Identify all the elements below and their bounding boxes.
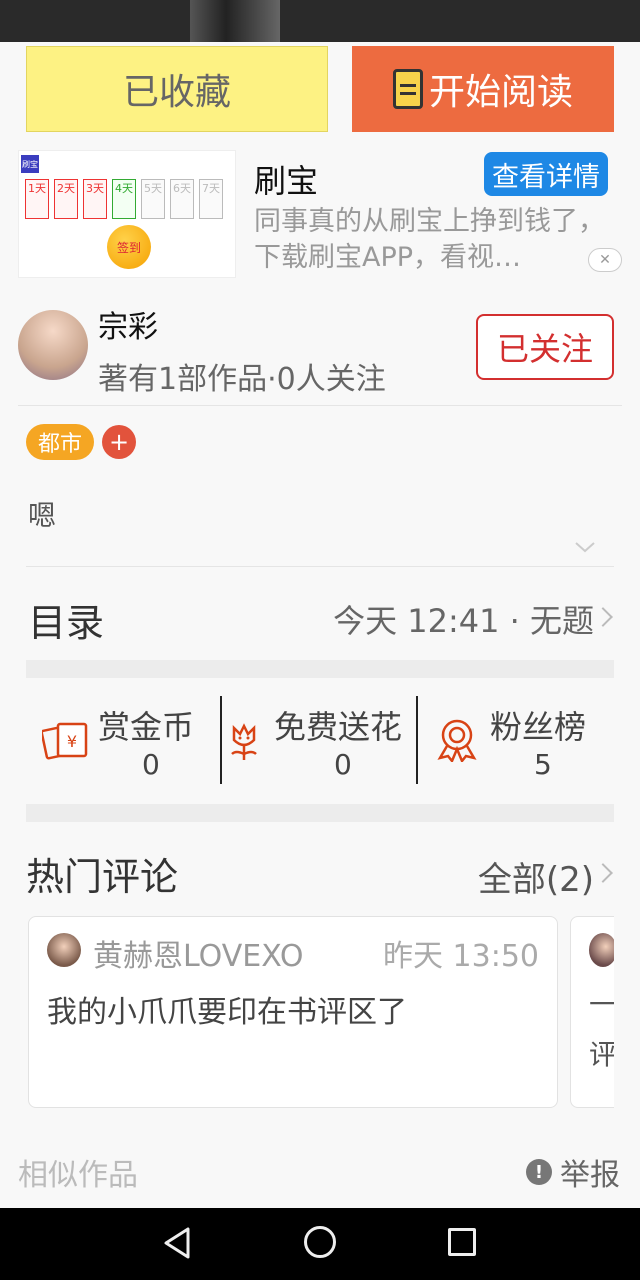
latest-chapter: 今天 12:41 · 无题 (333, 602, 594, 640)
comment-text: 我的小爪爪要印在书评区了 (47, 995, 407, 1030)
close-icon[interactable]: ✕ (588, 248, 622, 272)
stat-label: 粉丝榜 (490, 708, 587, 746)
author-section: 宗彩 著有1部作品·0人关注 已关注 (18, 296, 622, 406)
view-details-button[interactable]: 查看详情 (484, 152, 608, 196)
book-intro: 嗯 (28, 499, 57, 532)
stat-label: 赏金币 (98, 708, 195, 746)
author-stats: 著有1部作品·0人关注 (98, 362, 386, 397)
stats-row: ¥ 赏金币 0 免费送花 0 粉丝榜 5 (26, 694, 614, 786)
stat-value: 0 (142, 748, 160, 781)
report-label: 举报 (560, 1158, 620, 1193)
followed-button[interactable]: 已关注 (476, 314, 614, 380)
start-reading-label: 开始阅读 (428, 72, 573, 113)
avatar[interactable] (589, 933, 617, 967)
ad-logo: 刷宝 (21, 155, 39, 173)
add-tag-button[interactable]: + (102, 425, 137, 459)
system-nav-bar (0, 1208, 640, 1280)
chevron-right-icon (593, 607, 613, 627)
author-avatar[interactable] (18, 310, 88, 380)
chevron-right-icon[interactable] (593, 863, 613, 883)
day-cell: 2天 (54, 179, 78, 219)
day-cell: 6天 (170, 179, 194, 219)
comment-user[interactable]: 黄赫恩LOVEXO (93, 931, 303, 975)
comment-text: 评 (589, 1038, 618, 1071)
header-image-strip (0, 0, 640, 42)
ad-description: 同事真的从刷宝上挣到钱了，下载刷宝APP，看视… (254, 206, 605, 273)
ad-thumbnail[interactable]: 刷宝 1天 2天 3天 4天 5天 6天 7天 签到 (18, 150, 236, 278)
home-icon[interactable] (304, 1226, 336, 1258)
author-name[interactable]: 宗彩 (98, 302, 158, 346)
book-icon (392, 69, 423, 109)
flower-icon (231, 723, 257, 760)
badge-icon (437, 719, 477, 762)
stat-value: 0 (334, 748, 352, 781)
cover-image (190, 0, 280, 42)
chevron-down-icon[interactable] (574, 536, 596, 558)
tag-list: 都市 + (26, 424, 137, 460)
avatar[interactable] (47, 933, 81, 967)
signin-days: 1天 2天 3天 4天 5天 6天 7天 (25, 179, 223, 219)
similar-works-title: 相似作品 (18, 1158, 138, 1193)
svg-text:¥: ¥ (67, 732, 77, 751)
toc-title: 目录 (28, 601, 105, 645)
divider (26, 566, 614, 567)
stat-label: 免费送花 (274, 708, 403, 746)
stat-value: 5 (534, 748, 552, 781)
favorited-button[interactable]: 已收藏 (26, 46, 328, 132)
day-cell: 7天 (199, 179, 223, 219)
hot-comments-title: 热门评论 (26, 855, 179, 899)
warning-icon: ! (526, 1159, 552, 1185)
section-separator (26, 660, 614, 678)
scroll-edge (614, 900, 640, 1120)
comment-text: 一 (589, 988, 618, 1021)
comment-time: 昨天 13:50 (383, 939, 539, 974)
signin-coin: 签到 (107, 225, 151, 269)
toc-row[interactable]: 目录 今天 12:41 · 无题 (26, 588, 614, 648)
hot-comments-header: 热门评论 全部(2) (26, 846, 614, 900)
comment-card[interactable]: 黄赫恩LOVEXO 昨天 13:50 我的小爪爪要印在书评区了 (28, 916, 558, 1108)
ad-banner[interactable]: 刷宝 1天 2天 3天 4天 5天 6天 7天 签到 刷宝 查看详情 同事真的从… (18, 150, 622, 280)
day-cell: 4天 (112, 179, 136, 219)
action-bar: 已收藏 开始阅读 (26, 46, 614, 132)
start-reading-button[interactable]: 开始阅读 (352, 46, 614, 132)
recent-apps-icon[interactable] (448, 1228, 476, 1256)
ad-title: 刷宝 (254, 162, 319, 200)
day-cell: 3天 (83, 179, 107, 219)
reward-envelope-icon: ¥ (42, 722, 88, 760)
report-button[interactable]: ! 举报 (526, 1150, 620, 1194)
day-cell: 5天 (141, 179, 165, 219)
free-flowers-stat[interactable]: 免费送花 0 (222, 694, 418, 786)
day-cell: 1天 (25, 179, 49, 219)
reward-coins-stat[interactable]: ¥ 赏金币 0 (26, 694, 222, 786)
all-comments-link[interactable]: 全部(2) (478, 852, 594, 901)
tag-item[interactable]: 都市 (26, 424, 95, 460)
fan-ranking-stat[interactable]: 粉丝榜 5 (418, 694, 614, 786)
section-separator (26, 804, 614, 822)
back-icon[interactable] (162, 1226, 192, 1260)
